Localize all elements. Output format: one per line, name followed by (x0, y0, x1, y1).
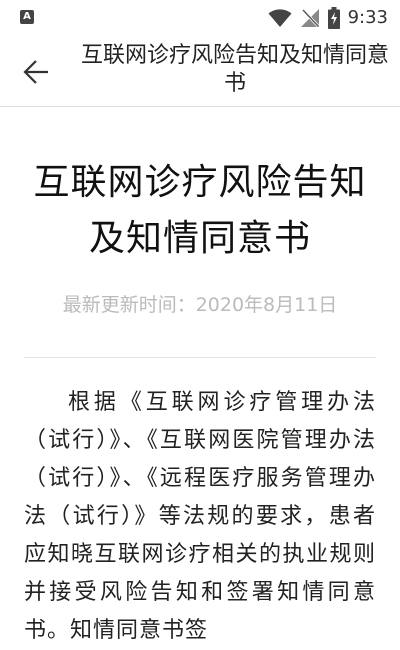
wifi-icon (268, 8, 292, 28)
status-icons: 9:33 (268, 6, 388, 30)
battery-charging-icon (327, 7, 340, 29)
document-updated-date: 最新更新时间：2020年8月11日 (62, 294, 338, 316)
notification-app-icon: A (20, 10, 34, 24)
app-bar: 互联网诊疗风险告知及知情同意书 (0, 36, 400, 107)
status-bar: A 9:33 (0, 0, 400, 36)
app-bar-title: 互联网诊疗风险告知及知情同意书 (80, 43, 389, 96)
back-button[interactable] (14, 50, 58, 94)
document-body-paragraph: 根据《互联网诊疗管理办法（试行）》、《互联网医院管理办法（试行）》、《远程医疗服… (24, 390, 376, 643)
document-content[interactable]: 互联网诊疗风险告知及知情同意书 最新更新时间：2020年8月11日 根据《互联网… (0, 107, 400, 650)
status-time: 9:33 (347, 7, 388, 28)
divider (24, 357, 376, 358)
arrow-left-icon (22, 58, 50, 86)
no-signal-icon (300, 8, 320, 28)
document-title: 互联网诊疗风险告知及知情同意书 (33, 162, 367, 259)
